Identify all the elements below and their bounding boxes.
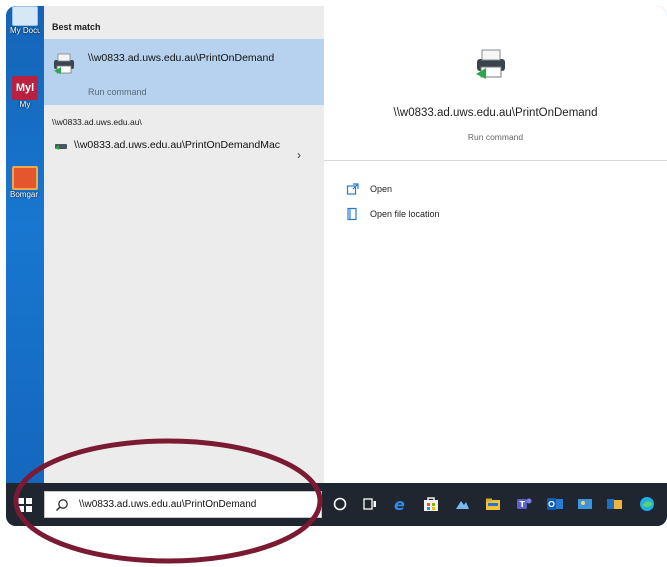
photos-app-icon[interactable] xyxy=(576,495,594,513)
group-header: \\w0833.ad.uws.edu.au\ xyxy=(52,117,142,127)
desktop-icon-my-documents[interactable]: My Docum xyxy=(10,6,40,35)
teams-icon[interactable]: T xyxy=(515,495,533,513)
folder-icon xyxy=(12,6,38,26)
svg-text:T: T xyxy=(520,500,526,509)
desktop-icon-my[interactable]: Myl My xyxy=(10,76,40,109)
search-input[interactable]: \\w0833.ad.uws.edu.au\PrintOnDemand xyxy=(79,499,256,510)
taskbar-search-box[interactable]: \\w0833.ad.uws.edu.au\PrintOnDemand xyxy=(44,491,322,518)
detail-divider xyxy=(324,160,667,161)
result-item-title: \\w0833.ad.uws.edu.au\PrintOnDemandMac xyxy=(74,139,281,151)
app-badge-icon: Myl xyxy=(12,76,38,100)
file-explorer-icon[interactable] xyxy=(484,495,502,513)
windows-start-icon[interactable] xyxy=(18,498,32,512)
store-icon[interactable] xyxy=(422,495,440,513)
open-action-label: Open xyxy=(370,184,393,194)
photos-icon[interactable] xyxy=(453,495,471,513)
printer-small-icon xyxy=(55,144,67,150)
desktop-icon-label: My Docum xyxy=(10,26,40,35)
outlook-mail-icon[interactable] xyxy=(606,495,624,513)
open-file-location-action[interactable]: Open file location xyxy=(346,207,546,223)
detail-subtitle: Run command xyxy=(467,132,524,142)
detail-title: \\w0833.ad.uws.edu.au\PrintOnDemand xyxy=(393,107,598,119)
svg-text:e: e xyxy=(394,495,405,513)
file-location-icon xyxy=(347,207,357,221)
best-match-title: \\w0833.ad.uws.edu.au\PrintOnDemand xyxy=(88,52,275,64)
best-match-subtitle: Run command xyxy=(88,87,147,97)
desktop-icon-bomgar[interactable]: Bomgar Shortc xyxy=(10,166,40,199)
task-view-icon[interactable] xyxy=(361,495,379,513)
edge-icon[interactable] xyxy=(638,495,656,513)
bomgar-icon xyxy=(12,166,38,190)
desktop-icon-label: My xyxy=(19,100,31,109)
taskbar: \\w0833.ad.uws.edu.au\PrintOnDemand e T xyxy=(6,483,667,526)
open-icon xyxy=(346,183,359,195)
screenshot-frame: My Docum Myl My Bomgar Shortc Best match… xyxy=(6,6,667,526)
printer-icon xyxy=(54,53,74,74)
result-item-printondemandmac[interactable]: \\w0833.ad.uws.edu.au\PrintOnDemandMac › xyxy=(44,134,324,176)
search-icon xyxy=(55,499,68,512)
best-match-item[interactable]: \\w0833.ad.uws.edu.au\PrintOnDemand Run … xyxy=(44,39,324,105)
desktop-background: My Docum Myl My Bomgar Shortc xyxy=(6,6,44,496)
search-results-pane: Best match \\w0833.ad.uws.edu.au\PrintOn… xyxy=(44,6,324,483)
printer-large-icon xyxy=(476,49,505,79)
best-match-header: Best match xyxy=(52,22,101,32)
cortana-icon[interactable] xyxy=(331,495,349,513)
outlook-icon[interactable] xyxy=(546,495,564,513)
open-action[interactable]: Open xyxy=(346,182,546,198)
result-detail-pane: \\w0833.ad.uws.edu.au\PrintOnDemand Run … xyxy=(324,6,667,483)
desktop-icon-label: Bomgar Shortc xyxy=(10,190,40,199)
chevron-right-icon[interactable]: › xyxy=(297,148,301,162)
edge-legacy-icon[interactable]: e xyxy=(392,495,410,513)
open-file-location-label: Open file location xyxy=(370,209,440,219)
